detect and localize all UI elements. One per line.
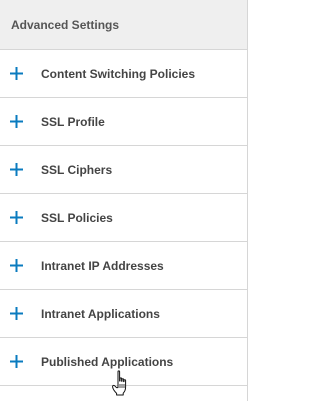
panel-header: Advanced Settings [0, 0, 247, 50]
section-label: SSL Policies [41, 210, 113, 225]
panel-title: Advanced Settings [11, 17, 120, 32]
section-label: Intranet Applications [41, 306, 160, 321]
plus-icon[interactable] [10, 210, 23, 224]
section-label: Intranet IP Addresses [41, 258, 164, 273]
section-label: Content Switching Policies [41, 66, 196, 81]
section-ssl-profile[interactable]: SSL Profile [0, 98, 247, 146]
advanced-settings-panel: Advanced Settings Content Switching Poli… [0, 0, 248, 401]
section-intranet-applications[interactable]: Intranet Applications [0, 290, 247, 338]
section-label: SSL Ciphers [41, 162, 113, 177]
section-ssl-ciphers[interactable]: SSL Ciphers [0, 146, 247, 194]
plus-icon[interactable] [10, 258, 23, 272]
section-published-applications[interactable]: Published Applications [0, 338, 247, 386]
section-content-switching-policies[interactable]: Content Switching Policies [0, 50, 247, 98]
plus-icon[interactable] [10, 162, 23, 176]
section-intranet-ip-addresses[interactable]: Intranet IP Addresses [0, 242, 247, 290]
plus-icon[interactable] [10, 66, 23, 80]
section-label: Published Applications [41, 354, 174, 369]
section-ssl-policies[interactable]: SSL Policies [0, 194, 247, 242]
plus-icon[interactable] [10, 114, 23, 128]
plus-icon[interactable] [10, 354, 23, 368]
section-label: SSL Profile [41, 114, 105, 129]
plus-icon[interactable] [10, 306, 23, 320]
